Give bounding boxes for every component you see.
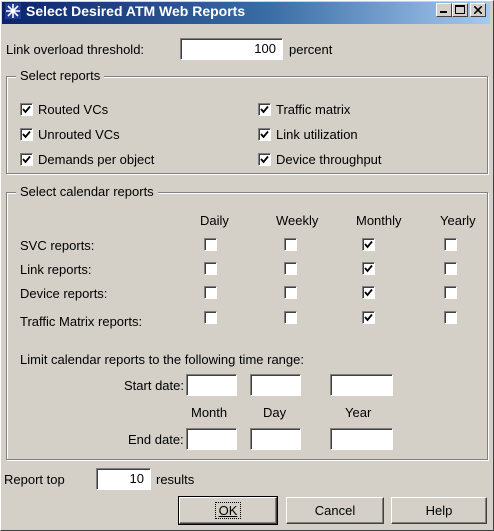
- checkbox-box[interactable]: [258, 128, 271, 141]
- help-button[interactable]: Help: [391, 497, 487, 524]
- column-header-daily: Daily: [200, 213, 229, 228]
- report-top-label: Report top: [4, 472, 65, 487]
- checkbox-link-yearly[interactable]: [444, 262, 457, 275]
- checkbox-svc-weekly[interactable]: [284, 238, 297, 251]
- row-label-traffic-matrix-reports: Traffic Matrix reports:: [20, 314, 143, 329]
- checkbox-traffic-monthly[interactable]: [362, 311, 375, 324]
- checkbox-label: Unrouted VCs: [38, 127, 120, 142]
- end-month-input[interactable]: [186, 428, 237, 450]
- checkbox-label: Traffic matrix: [276, 102, 351, 117]
- start-month-input[interactable]: [186, 374, 237, 396]
- column-header-monthly: Monthly: [356, 213, 402, 228]
- check-icon: [22, 105, 31, 114]
- checkbox-svc-yearly[interactable]: [444, 238, 457, 251]
- check-icon: [22, 130, 31, 139]
- threshold-input[interactable]: 100: [180, 38, 283, 60]
- end-year-input[interactable]: [330, 428, 393, 450]
- checkbox-label: Link utilization: [276, 127, 358, 142]
- close-button[interactable]: [470, 3, 486, 17]
- start-day-input[interactable]: [250, 374, 301, 396]
- checkbox-device-monthly[interactable]: [362, 286, 375, 299]
- check-icon: [260, 105, 269, 114]
- window-title: Select Desired ATM Web Reports: [26, 3, 246, 19]
- checkbox-label: Demands per object: [38, 152, 155, 167]
- end-date-label: End date:: [128, 432, 184, 447]
- date-header-month: Month: [191, 405, 228, 420]
- checkbox-box[interactable]: [258, 153, 271, 166]
- row-label-svc-reports: SVC reports:: [20, 238, 95, 253]
- calendar-reports-legend: Select calendar reports: [16, 184, 158, 200]
- checkbox-svc-monthly[interactable]: [362, 238, 375, 251]
- checkbox-link-utilization[interactable]: Link utilization: [258, 127, 438, 143]
- check-icon: [364, 313, 373, 322]
- checkbox-box[interactable]: [20, 153, 33, 166]
- maximize-button[interactable]: [452, 3, 468, 17]
- cancel-button-label: Cancel: [314, 503, 356, 518]
- checkbox-traffic-yearly[interactable]: [444, 311, 457, 324]
- checkbox-traffic-daily[interactable]: [204, 311, 217, 324]
- checkbox-routed-vcs[interactable]: Routed VCs: [20, 102, 200, 118]
- checkbox-link-monthly[interactable]: [362, 262, 375, 275]
- ok-button-label: OK: [214, 502, 242, 519]
- row-label-link-reports: Link reports:: [20, 262, 92, 277]
- check-icon: [364, 264, 373, 273]
- report-top-suffix: results: [156, 472, 195, 487]
- end-day-input[interactable]: [250, 428, 301, 450]
- checkbox-box[interactable]: [258, 103, 271, 116]
- minimize-icon: [440, 11, 447, 13]
- checkbox-label: Routed VCs: [38, 102, 109, 117]
- checkbox-demands-per-object[interactable]: Demands per object: [20, 152, 220, 168]
- checkbox-label: Device throughput: [276, 152, 382, 167]
- check-icon: [22, 155, 31, 164]
- column-header-yearly: Yearly: [440, 213, 476, 228]
- checkbox-device-throughput[interactable]: Device throughput: [258, 152, 458, 168]
- checkbox-unrouted-vcs[interactable]: Unrouted VCs: [20, 127, 200, 143]
- checkbox-box[interactable]: [20, 128, 33, 141]
- threshold-unit: percent: [289, 42, 333, 57]
- checkbox-device-yearly[interactable]: [444, 286, 457, 299]
- column-header-weekly: Weekly: [276, 213, 319, 228]
- check-icon: [364, 240, 373, 249]
- checkbox-link-weekly[interactable]: [284, 262, 297, 275]
- checkbox-traffic-matrix[interactable]: Traffic matrix: [258, 102, 438, 118]
- checkbox-svc-daily[interactable]: [204, 238, 217, 251]
- threshold-label: Link overload threshold:: [6, 42, 145, 57]
- select-reports-legend: Select reports: [16, 68, 105, 84]
- maximize-icon: [455, 5, 465, 14]
- start-date-label: Start date:: [124, 378, 184, 393]
- report-top-input[interactable]: 10: [96, 468, 151, 490]
- minimize-button[interactable]: [436, 3, 452, 17]
- ok-button[interactable]: OK: [178, 496, 278, 525]
- limit-range-text: Limit calendar reports to the following …: [20, 352, 304, 367]
- date-header-day: Day: [263, 405, 287, 420]
- checkbox-device-weekly[interactable]: [284, 286, 297, 299]
- check-icon: [364, 288, 373, 297]
- date-header-year: Year: [345, 405, 372, 420]
- check-icon: [260, 155, 269, 164]
- row-label-device-reports: Device reports:: [20, 286, 108, 301]
- close-icon: [474, 6, 482, 14]
- check-icon: [260, 130, 269, 139]
- star-burst-icon: [5, 3, 21, 19]
- checkbox-link-daily[interactable]: [204, 262, 217, 275]
- checkbox-box[interactable]: [20, 103, 33, 116]
- cancel-button[interactable]: Cancel: [286, 497, 384, 524]
- checkbox-device-daily[interactable]: [204, 286, 217, 299]
- checkbox-traffic-weekly[interactable]: [284, 311, 297, 324]
- start-year-input[interactable]: [330, 374, 393, 396]
- help-button-label: Help: [425, 503, 453, 518]
